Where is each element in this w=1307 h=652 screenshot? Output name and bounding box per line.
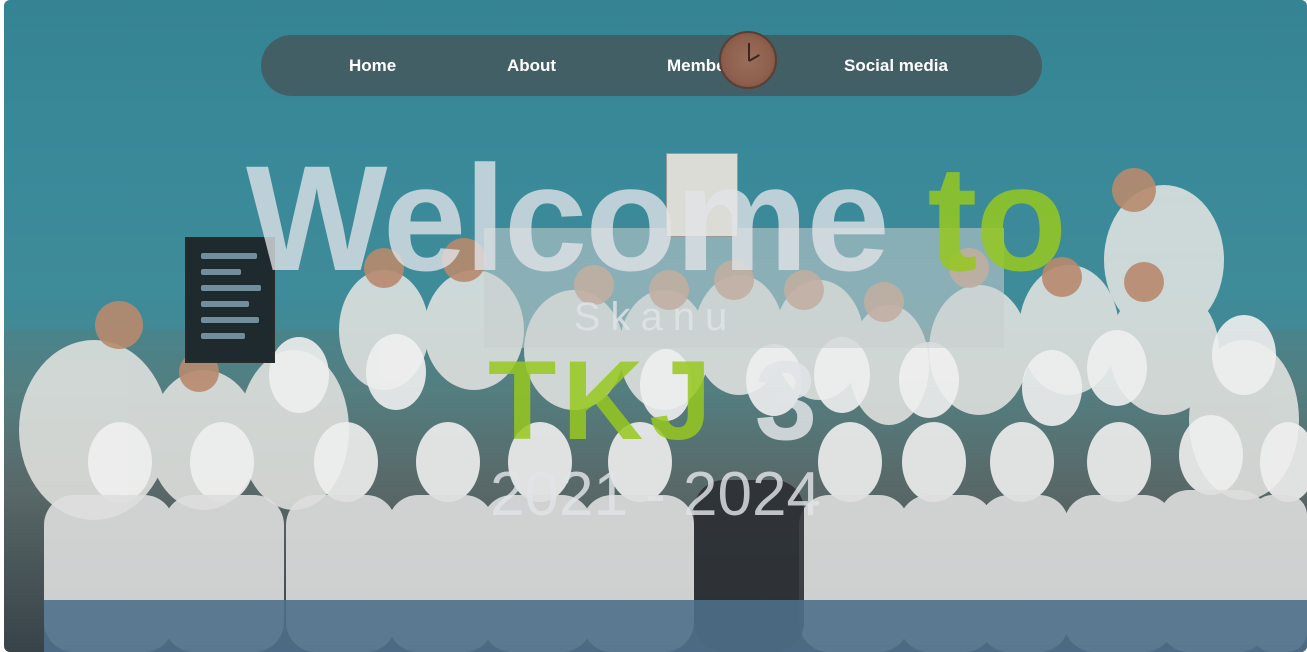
hero-section: Welcome to Skanu TKJ 3 2021 - 2024 xyxy=(4,0,1307,652)
wall-clock-icon xyxy=(719,31,777,89)
school-subtitle: Skanu xyxy=(573,295,738,339)
welcome-heading: Welcome to xyxy=(4,138,1307,298)
class-years: 2021 - 2024 xyxy=(490,460,821,529)
class-name: TKJ xyxy=(487,338,718,463)
nav-home-link[interactable]: Home xyxy=(349,35,396,96)
class-number: 3 xyxy=(754,338,823,463)
main-navbar: Home About Member Social media xyxy=(261,35,1042,96)
class-heading: TKJ 3 xyxy=(4,338,1307,464)
to-word: to xyxy=(927,134,1067,302)
welcome-word: Welcome xyxy=(245,134,890,302)
nav-social-media-link[interactable]: Social media xyxy=(844,35,948,96)
nav-about-link[interactable]: About xyxy=(507,35,556,96)
